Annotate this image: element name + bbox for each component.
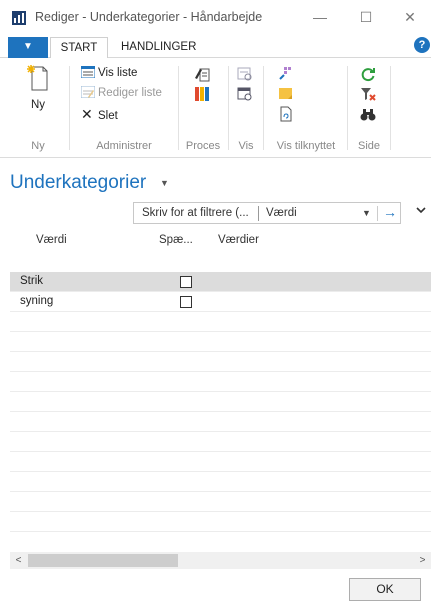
vis-liste-label: Vis liste: [98, 67, 138, 79]
table-row[interactable]: syning: [10, 292, 431, 312]
horizontal-scrollbar[interactable]: < >: [10, 552, 431, 569]
ribbon-divider: [228, 66, 229, 150]
ribbon-divider: [263, 66, 264, 150]
empty-row: [10, 452, 431, 472]
maximize-button[interactable]: ☐: [352, 6, 380, 28]
ribbon-group-vis: Vis: [231, 64, 261, 152]
scroll-right-icon[interactable]: >: [414, 552, 431, 569]
empty-row: [10, 432, 431, 452]
list-view-icon: [81, 66, 95, 78]
new-button-label: Ny: [30, 99, 46, 111]
refresh-icon[interactable]: [360, 66, 376, 82]
filter-input[interactable]: Skriv for at filtrere (...: [142, 207, 249, 219]
empty-row: [10, 392, 431, 412]
ribbon-divider: [347, 66, 348, 150]
attached-document-icon[interactable]: [278, 106, 294, 122]
page-title: Underkategorier: [10, 172, 147, 193]
spaerret-checkbox[interactable]: [180, 296, 192, 308]
column-header-vaerdi[interactable]: Værdi: [36, 234, 67, 246]
scrollbar-thumb[interactable]: [28, 554, 178, 567]
dynamics-nav-icon: [12, 11, 26, 25]
note-icon[interactable]: [278, 86, 294, 102]
ribbon-tab-bar: ▼ START HANDLINGER ?: [0, 34, 431, 59]
group-label-vis-tilknyttet: Vis tilknyttet: [276, 140, 336, 152]
empty-row: [10, 492, 431, 512]
collapse-chevron-icon[interactable]: [416, 205, 426, 217]
spaerret-checkbox[interactable]: [180, 276, 192, 288]
ribbon-divider: [69, 66, 70, 150]
filter-box: Skriv for at filtrere (... Værdi ▼ →: [133, 202, 401, 224]
empty-row: [10, 372, 431, 392]
ribbon-divider: [178, 66, 179, 150]
column-header-spaerret[interactable]: Spæ...: [159, 234, 193, 246]
view-icon[interactable]: [237, 66, 253, 82]
clear-filter-icon[interactable]: [360, 86, 376, 102]
ribbon-group-vis-tilknyttet: Vis tilknyttet: [266, 64, 346, 152]
filter-divider: [258, 206, 259, 221]
help-icon[interactable]: ?: [414, 37, 430, 53]
cell-vaerdi[interactable]: Strik: [20, 275, 43, 287]
ribbon-group-side: Side: [350, 64, 388, 152]
empty-row: [10, 472, 431, 492]
empty-row: [10, 512, 431, 532]
app-menu-button[interactable]: ▼: [8, 37, 48, 59]
minimize-button[interactable]: —: [306, 6, 334, 28]
slet-button[interactable]: ✕ Slet: [81, 106, 118, 124]
group-label-ny: Ny: [31, 140, 45, 152]
view-list-icon[interactable]: [237, 86, 253, 102]
slet-label: Slet: [98, 110, 118, 122]
related-records-icon[interactable]: [278, 66, 294, 82]
empty-row: [10, 352, 431, 372]
vis-liste-button[interactable]: Vis liste: [81, 66, 137, 84]
filter-dropdown-icon[interactable]: ▼: [362, 208, 371, 218]
empty-row: [10, 312, 431, 332]
group-label-vis: Vis: [238, 140, 254, 152]
scroll-left-icon[interactable]: <: [10, 552, 27, 569]
chevron-down-icon: [416, 207, 426, 214]
tab-start[interactable]: START: [50, 37, 108, 59]
new-document-icon: [27, 65, 48, 91]
title-bar: Rediger - Underkategorier - Håndarbejde …: [0, 0, 431, 34]
ribbon-group-proces: Proces: [181, 64, 225, 152]
ribbon-group-administrer: Vis liste Rediger liste ✕ Slet Administre…: [72, 64, 176, 152]
empty-row: [10, 332, 431, 352]
ribbon: Ny Ny Vis liste Rediger liste ✕ Slet Admi: [0, 58, 431, 158]
ribbon-divider: [390, 66, 391, 150]
empty-row: [10, 412, 431, 432]
color-grid-icon[interactable]: [194, 86, 210, 102]
cell-vaerdi[interactable]: syning: [20, 295, 53, 307]
find-binoculars-icon[interactable]: [360, 106, 376, 122]
ribbon-group-ny: Ny Ny: [18, 64, 58, 152]
delete-icon: ✕: [81, 106, 93, 122]
page-title-menu[interactable]: Underkategorier ▼: [10, 172, 169, 196]
ok-button[interactable]: OK: [349, 578, 421, 601]
apply-filter-arrow-icon[interactable]: →: [383, 204, 397, 220]
new-button[interactable]: Ny: [18, 64, 58, 111]
group-label-side: Side: [357, 140, 381, 152]
rediger-liste-button[interactable]: Rediger liste: [81, 86, 162, 104]
tab-handlinger[interactable]: HANDLINGER: [113, 37, 204, 59]
edit-in-excel-icon[interactable]: [194, 66, 210, 82]
column-header-vaerdier[interactable]: Værdier: [218, 234, 259, 246]
group-label-proces: Proces: [185, 140, 221, 152]
filter-divider: [377, 206, 378, 221]
close-button[interactable]: ✕: [396, 6, 424, 28]
filter-field-select[interactable]: Værdi: [266, 207, 297, 219]
window-title: Rediger - Underkategorier - Håndarbejde: [35, 10, 263, 24]
chevron-down-icon: ▼: [160, 178, 169, 188]
rediger-liste-label: Rediger liste: [98, 87, 162, 99]
table-row[interactable]: Strik: [10, 272, 431, 292]
group-label-administrer: Administrer: [96, 140, 152, 152]
edit-list-icon: [81, 86, 95, 98]
subcategory-grid: Strik syning: [10, 272, 431, 532]
